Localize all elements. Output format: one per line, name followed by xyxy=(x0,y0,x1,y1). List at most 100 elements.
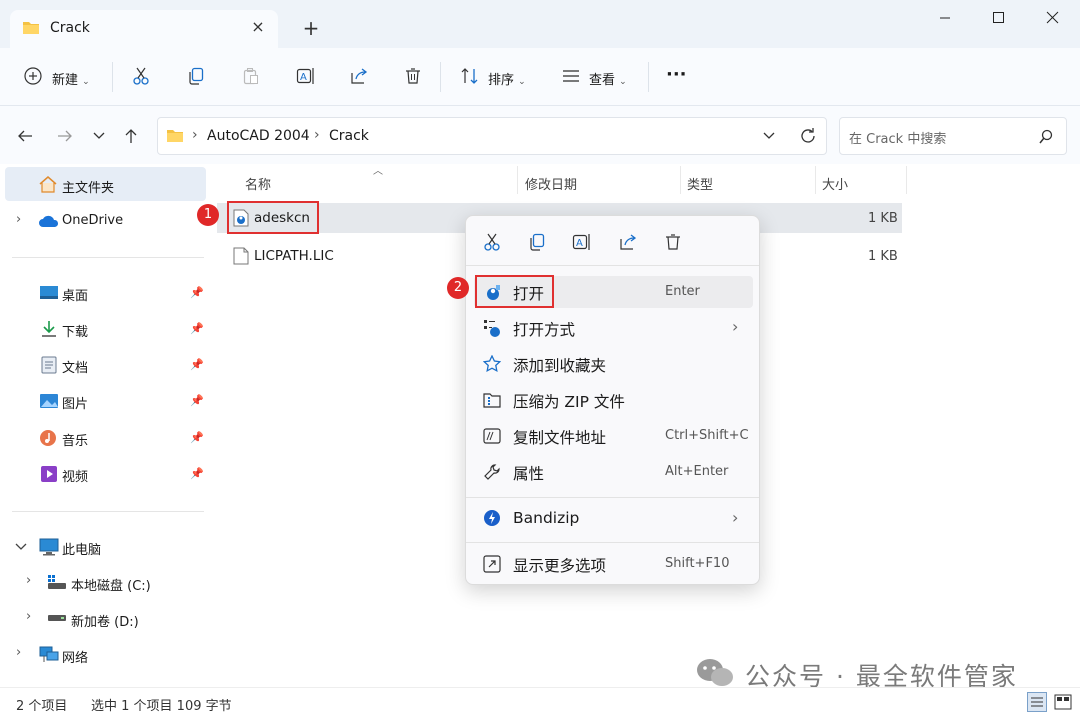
share-icon[interactable] xyxy=(350,67,368,85)
paste-icon[interactable] xyxy=(242,67,260,85)
file-size: 1 KB xyxy=(868,249,898,264)
sidebar-item-drive-d[interactable]: 新加卷 (D:) xyxy=(71,611,139,630)
back-icon[interactable] xyxy=(16,127,34,145)
file-size: 1 KB xyxy=(868,211,898,226)
status-item-count: 2 个项目 xyxy=(16,699,68,714)
sidebar-item-documents[interactable]: 文档 xyxy=(62,357,88,376)
minimize-button[interactable] xyxy=(925,6,965,30)
menu-label-zip[interactable]: 压缩为 ZIP 文件 xyxy=(513,390,625,412)
delete-icon[interactable] xyxy=(404,67,422,85)
expand-chevron-icon[interactable]: › xyxy=(26,609,31,624)
menu-divider xyxy=(466,497,759,498)
svg-text:A: A xyxy=(300,72,307,83)
sort-button[interactable]: 排序 ⌄ xyxy=(488,69,526,88)
search-placeholder[interactable]: 在 Crack 中搜索 xyxy=(849,128,946,147)
toolbar-divider xyxy=(112,62,113,92)
breadcrumb-autocad[interactable]: AutoCAD 2004 xyxy=(207,128,310,144)
bandizip-icon xyxy=(483,509,501,527)
desktop-icon xyxy=(39,285,59,301)
rename-icon[interactable]: A xyxy=(572,233,592,251)
menu-shortcut-copy-path: Ctrl+Shift+C xyxy=(665,428,749,443)
zip-icon xyxy=(483,391,501,409)
new-icon xyxy=(24,67,42,85)
menu-label-add-favorites[interactable]: 添加到收藏夹 xyxy=(513,354,606,376)
sidebar-item-desktop[interactable]: 桌面 xyxy=(62,285,88,304)
menu-label-show-more[interactable]: 显示更多选项 xyxy=(513,554,606,576)
more-options-button[interactable]: ··· xyxy=(666,64,687,85)
tiles-view-icon[interactable] xyxy=(1054,694,1072,710)
pin-icon: 📌 xyxy=(190,322,204,335)
tab-title: Crack xyxy=(50,20,90,36)
column-header-type[interactable]: 类型 xyxy=(687,174,713,193)
sidebar-home-label: 主文件夹 xyxy=(62,181,115,196)
copy-icon[interactable] xyxy=(528,233,546,251)
step1-badge: 1 xyxy=(197,204,219,226)
delete-icon[interactable] xyxy=(664,233,682,251)
folder-icon xyxy=(22,20,40,35)
step2-badge: 2 xyxy=(447,277,469,299)
maximize-button[interactable] xyxy=(978,6,1018,30)
menu-divider xyxy=(466,542,759,543)
sidebar-item-this-pc[interactable]: 此电脑 xyxy=(62,539,101,558)
view-icon xyxy=(562,69,580,83)
expand-chevron-icon[interactable]: › xyxy=(16,212,21,227)
cut-icon[interactable] xyxy=(132,67,150,85)
address-dropdown-icon[interactable] xyxy=(762,130,776,142)
sidebar-item-downloads[interactable]: 下载 xyxy=(62,321,88,340)
new-tab-button[interactable]: + xyxy=(300,16,322,40)
sidebar-item-videos[interactable]: 视频 xyxy=(62,466,88,485)
sort-indicator-icon: ︿ xyxy=(373,166,383,177)
copy-icon[interactable] xyxy=(187,67,205,85)
sidebar-divider xyxy=(12,511,204,512)
menu-label-open[interactable]: 打开 xyxy=(513,282,544,304)
status-selection: 选中 1 个项目 109 字节 xyxy=(91,699,232,714)
menu-label-bandizip[interactable]: Bandizip xyxy=(513,509,579,527)
file-name-adeskcn[interactable]: adeskcn xyxy=(254,210,310,226)
wrench-icon xyxy=(483,463,501,481)
column-separator xyxy=(517,166,518,194)
document-icon xyxy=(41,356,57,374)
share-icon[interactable] xyxy=(619,233,637,251)
column-header-size[interactable]: 大小 xyxy=(822,174,848,193)
cut-icon[interactable] xyxy=(483,233,501,251)
menu-shortcut-properties: Alt+Enter xyxy=(665,464,729,479)
breadcrumb-separator: › xyxy=(192,127,198,143)
folder-icon xyxy=(166,128,184,143)
expand-chevron-icon[interactable]: › xyxy=(16,645,21,660)
column-header-modified[interactable]: 修改日期 xyxy=(525,174,577,193)
sidebar-item-drive-c[interactable]: 本地磁盘 (C:) xyxy=(71,575,151,594)
registration-file-icon xyxy=(233,209,249,227)
column-header-name[interactable]: 名称 xyxy=(245,174,271,193)
toolbar-divider xyxy=(648,62,649,92)
details-view-icon[interactable] xyxy=(1027,692,1047,712)
sidebar-item-onedrive[interactable]: OneDrive xyxy=(62,213,123,228)
menu-label-properties[interactable]: 属性 xyxy=(513,462,544,484)
menu-label-copy-path[interactable]: 复制文件地址 xyxy=(513,426,606,448)
close-window-button[interactable] xyxy=(1032,6,1072,30)
music-icon xyxy=(39,429,57,447)
sidebar-item-network[interactable]: 网络 xyxy=(62,647,88,666)
expand-chevron-icon[interactable]: › xyxy=(26,573,31,588)
onedrive-icon xyxy=(38,214,60,228)
sidebar-item-pictures[interactable]: 图片 xyxy=(62,393,88,412)
view-button[interactable]: 查看 ⌄ xyxy=(589,69,627,88)
search-icon[interactable] xyxy=(1038,129,1054,145)
refresh-icon[interactable] xyxy=(799,127,817,145)
new-button[interactable]: 新建 ⌄ xyxy=(52,69,90,88)
copy-path-icon xyxy=(483,427,501,445)
more-options-icon xyxy=(483,555,501,573)
submenu-arrow-icon: › xyxy=(732,508,739,527)
recent-chevron-icon[interactable] xyxy=(92,130,106,142)
forward-icon[interactable] xyxy=(56,127,74,145)
breadcrumb-separator: › xyxy=(314,127,320,143)
collapse-chevron-icon[interactable] xyxy=(15,542,27,552)
menu-label-open-with[interactable]: 打开方式 xyxy=(513,318,575,340)
svg-text:A: A xyxy=(576,238,583,249)
file-name-licpath[interactable]: LICPATH.LIC xyxy=(254,248,334,264)
up-icon[interactable] xyxy=(122,127,140,145)
rename-icon[interactable]: A xyxy=(296,67,316,85)
breadcrumb-crack[interactable]: Crack xyxy=(329,128,369,144)
sidebar-item-music[interactable]: 音乐 xyxy=(62,430,88,449)
close-tab-button[interactable]: × xyxy=(248,17,268,37)
video-icon xyxy=(40,465,58,483)
